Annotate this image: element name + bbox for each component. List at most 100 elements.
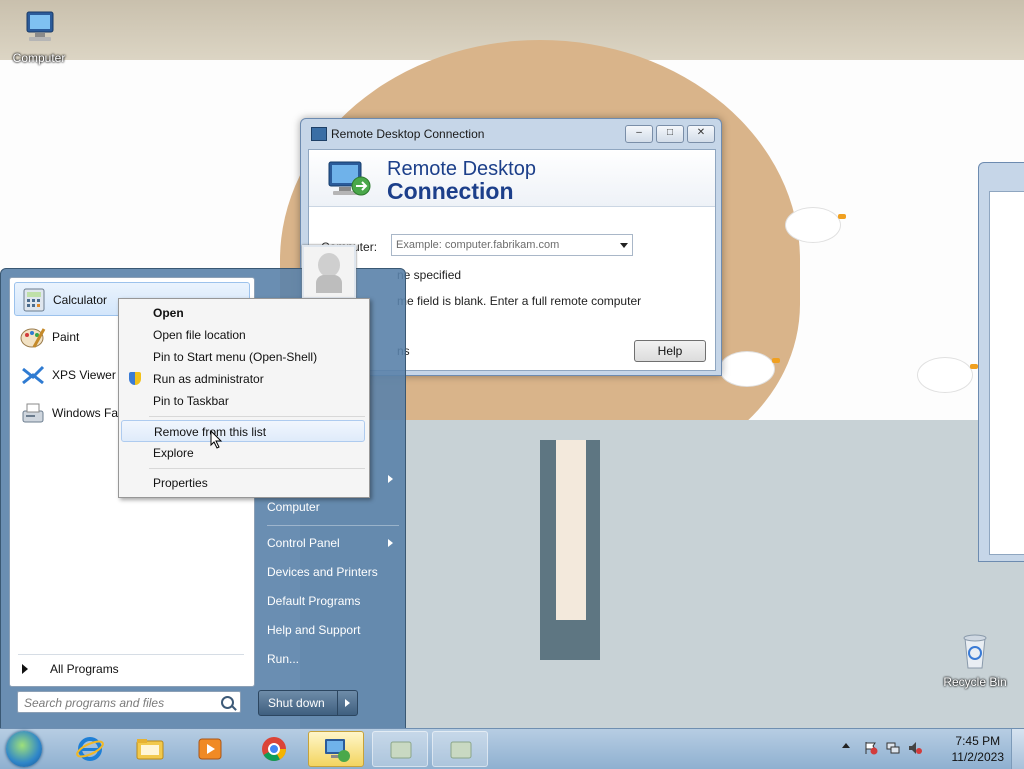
computer-icon (26, 11, 54, 41)
chevron-right-icon[interactable] (345, 699, 350, 707)
wallpaper-tie-stripe (556, 440, 586, 620)
all-programs-label: All Programs (50, 662, 119, 676)
context-item-open[interactable]: Open (121, 302, 365, 324)
start-search-input[interactable]: Search programs and files (17, 691, 241, 713)
computer-placeholder: Example: computer.fabrikam.com (396, 239, 560, 251)
xps-viewer-icon (22, 365, 45, 385)
maximize-button[interactable]: □ (656, 125, 684, 143)
places-label: Computer (267, 500, 320, 514)
desktop-icon-recycle-bin[interactable]: Recycle Bin (940, 632, 1010, 689)
network-icon[interactable] (886, 741, 900, 755)
volume-muted-icon[interactable] (908, 741, 922, 755)
wallpaper-bird (786, 208, 846, 242)
places-label: Default Programs (267, 594, 361, 608)
window-icon (450, 741, 472, 759)
shield-icon (129, 372, 141, 385)
context-item-pin-to-taskbar[interactable]: Pin to Taskbar (121, 390, 365, 412)
program-label: Calculator (53, 293, 108, 307)
places-label: Run... (267, 652, 300, 666)
window-icon (390, 741, 412, 759)
computer-hint-text: me field is blank. Enter a full remote c… (397, 294, 642, 308)
remote-desktop-icon (325, 739, 350, 762)
avatar-body (316, 275, 342, 293)
places-item-run[interactable]: Run... (267, 647, 399, 671)
context-item-label: Open (153, 306, 184, 320)
taskbar-window-1[interactable] (372, 731, 428, 767)
shutdown-button[interactable]: Shut down (258, 690, 358, 716)
internet-explorer-icon (76, 737, 104, 761)
context-item-open-file-location[interactable]: Open file location (121, 324, 365, 346)
chevron-right-icon (388, 539, 393, 547)
taskbar-window-2[interactable] (432, 731, 488, 767)
minimize-button[interactable]: – (625, 125, 653, 143)
places-item-help-and-support[interactable]: Help and Support (267, 618, 399, 642)
context-item-label: Pin to Taskbar (153, 394, 229, 408)
wallpaper-shirt (300, 420, 1024, 728)
context-item-pin-to-start[interactable]: Pin to Start menu (Open-Shell) (121, 346, 365, 368)
program-label: Paint (52, 330, 80, 344)
all-programs-item[interactable]: All Programs (20, 662, 119, 676)
taskbar-remote-desktop[interactable] (308, 731, 364, 767)
divider (149, 416, 365, 417)
places-label: Control Panel (267, 536, 340, 550)
chevron-down-icon[interactable] (620, 243, 628, 248)
places-item-default-programs[interactable]: Default Programs (267, 589, 399, 613)
user-avatar[interactable] (302, 245, 356, 299)
background-window-edge[interactable] (978, 162, 1024, 562)
calculator-icon (23, 288, 45, 312)
desktop-icon-label: Recycle Bin (943, 675, 1007, 689)
action-center-flag-icon[interactable] (864, 741, 878, 755)
remote-desktop-icon (311, 127, 327, 141)
explorer-folder-icon (136, 739, 164, 760)
context-item-label: Open file location (153, 328, 246, 342)
paint-icon (20, 328, 46, 348)
wallpaper-bird (720, 352, 780, 386)
avatar-head (318, 253, 340, 277)
chevron-right-icon (388, 475, 393, 483)
context-item-properties[interactable]: Properties (121, 472, 365, 494)
context-item-label: Run as administrator (153, 372, 264, 386)
close-button[interactable]: ✕ (687, 125, 715, 143)
context-item-run-as-admin[interactable]: Run as administrator (121, 368, 365, 390)
system-clock[interactable]: 7:45 PM 11/2/2023 (952, 733, 1005, 765)
window-title-bar[interactable]: Remote Desktop Connection – □ ✕ (301, 119, 721, 149)
taskbar-media-player[interactable] (182, 731, 238, 767)
banner-title-line2: Connection (387, 178, 514, 204)
hand-cursor-icon (210, 430, 223, 449)
program-label: Windows Fax (52, 406, 125, 420)
remote-desktop-icon (328, 161, 371, 196)
show-hidden-icons-chevron-icon[interactable] (842, 743, 850, 748)
help-button[interactable]: Help (634, 340, 706, 362)
places-item-devices-and-printers[interactable]: Devices and Printers (267, 560, 399, 584)
clock-time: 7:45 PM (955, 734, 1001, 748)
places-item-computer[interactable]: Computer (267, 495, 399, 519)
fax-icon (22, 403, 44, 423)
show-desktop-button[interactable] (1011, 729, 1024, 769)
places-label: Devices and Printers (267, 565, 378, 579)
window-title: Remote Desktop Connection (331, 127, 485, 141)
search-placeholder: Search programs and files (24, 696, 165, 710)
taskbar-file-explorer[interactable] (122, 731, 178, 767)
context-item-label: Explore (153, 446, 194, 460)
taskbar-internet-explorer[interactable] (62, 731, 118, 767)
context-item-remove-from-list[interactable]: Remove from this list (121, 420, 365, 442)
shutdown-label: Shut down (268, 696, 325, 710)
background-window-content (989, 191, 1024, 555)
context-menu: Open Open file location Pin to Start men… (118, 298, 370, 498)
program-label: XPS Viewer (52, 368, 116, 382)
rdp-banner: Remote Desktop Connection (309, 150, 715, 207)
context-item-label: Properties (153, 476, 208, 490)
divider (337, 691, 338, 715)
chevron-right-icon (22, 664, 28, 674)
search-icon[interactable] (221, 696, 234, 709)
taskbar-chrome[interactable] (246, 731, 302, 767)
computer-combobox[interactable]: Example: computer.fabrikam.com (391, 234, 633, 256)
places-item-control-panel[interactable]: Control Panel (267, 531, 399, 555)
desktop-icon-label: Computer (12, 51, 66, 65)
system-tray: 7:45 PM 11/2/2023 (824, 729, 1024, 769)
desktop-icon-computer[interactable]: Computer (4, 8, 74, 65)
media-player-icon (198, 738, 222, 760)
divider (18, 654, 244, 655)
start-button[interactable] (6, 731, 42, 767)
context-item-explore[interactable]: Explore (121, 442, 365, 464)
